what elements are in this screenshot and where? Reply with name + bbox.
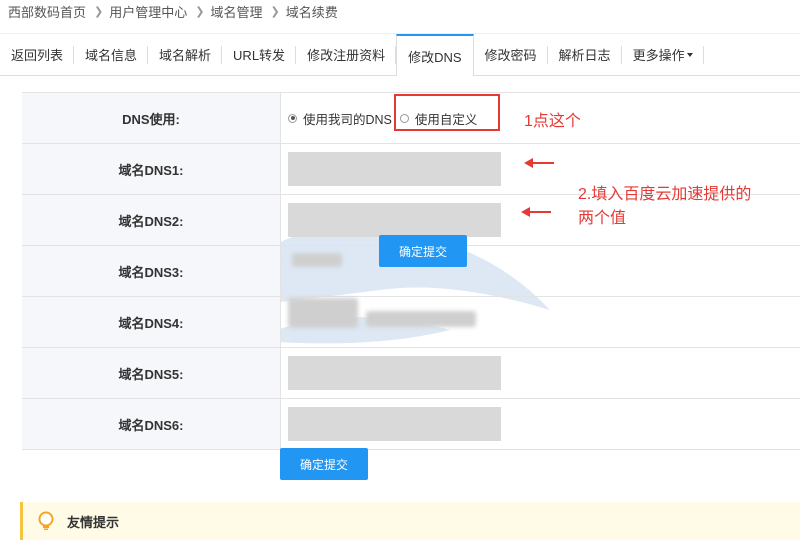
dns6-label: 域名DNS6: [22, 399, 281, 449]
annotation-step2-line1: 2.填入百度云加速提供的 [578, 186, 752, 203]
breadcrumb-separator-icon: ❯ [195, 5, 205, 18]
tab-edit-dns[interactable]: 修改DNS [396, 34, 474, 76]
breadcrumb-domain-manage[interactable]: 域名管理 [210, 2, 262, 21]
dns2-label: 域名DNS2: [22, 195, 281, 245]
radio-selected-icon [288, 113, 297, 123]
dns3-label: 域名DNS3: [22, 246, 281, 296]
breadcrumb-separator-icon: ❯ [94, 5, 104, 18]
tip-title: 友情提示 [67, 514, 120, 530]
tip-banner: 友情提示 [20, 502, 800, 540]
arrow-left-icon [524, 158, 554, 168]
submit-button[interactable]: 确定提交 [280, 448, 368, 480]
redacted-dns4-value-right [366, 311, 476, 327]
tab-resolve-log[interactable]: 解析日志 [548, 34, 622, 75]
breadcrumb-current: 域名续费 [285, 4, 338, 20]
breadcrumb-user-center[interactable]: 用户管理中心 [109, 2, 187, 21]
redacted-dns3-value [292, 253, 342, 267]
dns1-input[interactable] [288, 152, 501, 186]
dns5-row: 域名DNS5: [22, 348, 800, 399]
redacted-dns4-value-left [288, 298, 358, 328]
dns-use-label: DNS使用: [22, 93, 281, 143]
caret-down-icon [686, 52, 693, 57]
annotation-step2-line2: 两个值 [578, 210, 627, 227]
dns5-label: 域名DNS5: [22, 348, 281, 398]
radio-our-dns[interactable]: 使用我司的DNS [288, 109, 392, 128]
dns6-input[interactable] [288, 407, 501, 441]
breadcrumb-separator-icon: ❯ [270, 5, 280, 18]
tab-url-forward[interactable]: URL转发 [222, 34, 297, 75]
floating-submit-button[interactable]: 确定提交 [379, 235, 467, 267]
breadcrumb-home[interactable]: 西部数码首页 [8, 2, 86, 21]
dns1-label: 域名DNS1: [22, 144, 281, 194]
tab-bar: 返回列表 域名信息 域名解析 URL转发 修改注册资料 修改DNS 修改密码 解… [0, 33, 800, 76]
tab-edit-password[interactable]: 修改密码 [474, 34, 548, 75]
dns-form: DNS使用: 使用我司的DNS 使用自定义 域名DNS1: 域名DNS2: 域名… [22, 92, 800, 450]
tab-edit-registration[interactable]: 修改注册资料 [296, 34, 397, 75]
annotation-step1: 1点这个 [524, 113, 581, 130]
radio-our-dns-label: 使用我司的DNS [303, 112, 392, 127]
dns6-row: 域名DNS6: [22, 399, 800, 450]
dns2-input[interactable] [288, 203, 501, 237]
dns4-label: 域名DNS4: [22, 297, 281, 347]
highlight-box [394, 94, 500, 131]
tab-more-actions-label: 更多操作 [632, 48, 685, 63]
tab-domain-resolve[interactable]: 域名解析 [148, 34, 223, 75]
lightbulb-icon [38, 511, 54, 530]
tab-more-actions[interactable]: 更多操作 [622, 34, 704, 75]
tab-domain-info[interactable]: 域名信息 [74, 34, 149, 75]
dns5-input[interactable] [288, 356, 501, 390]
arrow-left-icon [521, 207, 551, 217]
tab-back-to-list[interactable]: 返回列表 [0, 34, 75, 75]
breadcrumb: 西部数码首页 ❯ 用户管理中心 ❯ 域名管理 ❯ 域名续费 [0, 0, 800, 22]
